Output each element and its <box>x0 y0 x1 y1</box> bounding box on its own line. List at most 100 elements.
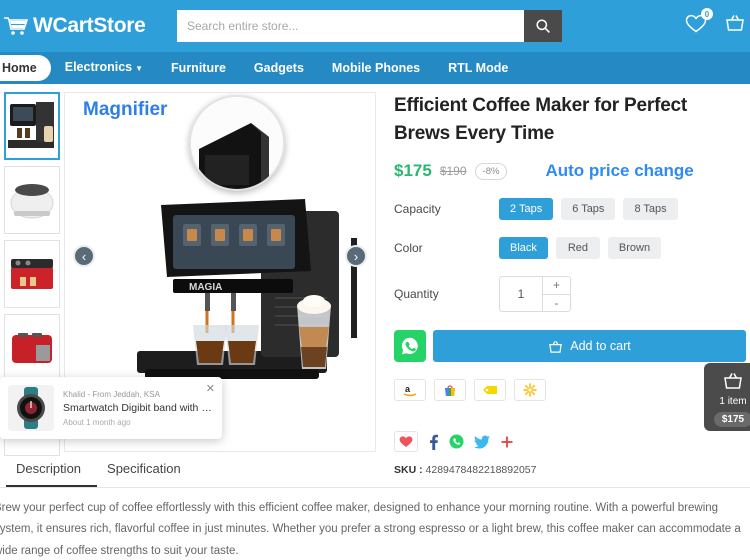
thumbnail-rice-cooker-white[interactable] <box>4 166 60 234</box>
capacity-option-2-taps[interactable]: 2 Taps <box>499 198 554 221</box>
smartwatch-image <box>8 385 54 431</box>
whatsapp-icon <box>401 337 418 355</box>
nav-item-gadgets[interactable]: Gadgets <box>240 52 318 84</box>
amazon-button[interactable]: a <box>394 379 426 402</box>
color-option-brown[interactable]: Brown <box>607 237 662 260</box>
svg-text:MAGIA: MAGIA <box>189 282 222 293</box>
search-bar <box>177 10 562 42</box>
add-to-cart-label: Add to cart <box>570 339 631 354</box>
share-more-button[interactable] <box>500 435 514 449</box>
tab-description[interactable]: Description <box>6 455 98 487</box>
amazon-icon: a <box>403 384 417 397</box>
nav-item-electronics[interactable]: Electronics ▼ <box>51 51 157 85</box>
espresso-machine-image <box>11 259 53 289</box>
gallery-next-button[interactable]: › <box>345 245 367 267</box>
logo-text: WCartStore <box>33 14 146 37</box>
floating-cart-count: 1 item <box>719 396 747 407</box>
quantity-value[interactable]: 1 <box>500 277 542 311</box>
wishlist-button[interactable]: 0 <box>684 8 713 36</box>
rice-cooker-image <box>10 184 54 219</box>
basket-icon <box>726 15 744 31</box>
gallery-prev-button[interactable]: ‹ <box>73 245 95 267</box>
product-tabs: Description Specification <box>0 455 750 488</box>
description-text: Brew your perfect cup of coffee effortle… <box>0 502 741 557</box>
floating-cart-widget[interactable]: 1 item $175 <box>704 363 750 431</box>
walmart-icon <box>523 383 537 397</box>
site-logo[interactable]: WCartStore <box>0 14 146 38</box>
color-option-black[interactable]: Black <box>499 237 548 260</box>
share-whatsapp-button[interactable] <box>449 434 464 449</box>
search-icon <box>536 19 550 33</box>
chevron-left-icon: ‹ <box>81 248 87 264</box>
product-title: Efficient Coffee Maker for Perfect Brews… <box>394 95 688 144</box>
thumbnail-espresso-machine-red[interactable] <box>4 240 60 308</box>
header-icon-group: 0 <box>684 8 750 36</box>
product-details: Efficient Coffee Maker for Perfect Brews… <box>376 92 750 476</box>
current-price: $175 <box>394 161 432 181</box>
share-row <box>394 431 746 453</box>
thumbnail-coffee-machine-black[interactable] <box>4 92 60 160</box>
capacity-option-8-taps[interactable]: 8 Taps <box>623 198 678 221</box>
ebay-button[interactable] <box>474 379 506 402</box>
nav-item-rtl-mode[interactable]: RTL Mode <box>434 52 522 84</box>
google-shopping-icon <box>445 385 455 397</box>
floating-cart-total: $175 <box>713 412 750 427</box>
svg-text:a: a <box>405 384 411 394</box>
notification-meta: Khalid - From Jeddah, KSA <box>63 389 160 399</box>
twitter-icon <box>474 435 490 449</box>
toaster-image <box>12 333 52 363</box>
wishlist-count-badge: 0 <box>701 8 713 20</box>
share-twitter-button[interactable] <box>474 435 490 449</box>
magnifier-label: Magnifier <box>83 99 168 120</box>
option-row-quantity: Quantity 1 + - <box>394 276 746 313</box>
magnifier-lens-content <box>191 97 283 189</box>
nav-item-furniture[interactable]: Furniture <box>157 52 240 84</box>
option-values-color: Black Red Brown <box>499 237 662 260</box>
notification-thumbnail <box>8 385 54 431</box>
search-button[interactable] <box>524 10 562 42</box>
chevron-right-icon: › <box>353 248 359 264</box>
quantity-decrement-button[interactable]: - <box>543 294 570 312</box>
main-nav: Home Electronics ▼ Furniture Gadgets Mobi… <box>0 52 750 84</box>
facebook-icon <box>430 434 438 450</box>
add-to-wishlist-button[interactable] <box>394 431 418 453</box>
capacity-option-6-taps[interactable]: 6 Taps <box>561 198 616 221</box>
nav-label: Gadgets <box>253 61 304 75</box>
whatsapp-contact-button[interactable] <box>394 330 426 363</box>
discount-badge: -8% <box>474 162 508 180</box>
close-icon: ✕ <box>205 383 215 395</box>
nav-item-mobile-phones[interactable]: Mobile Phones <box>318 52 434 84</box>
shopping-cart-icon <box>4 17 28 35</box>
color-option-red[interactable]: Red <box>555 237 600 260</box>
google-shopping-button[interactable] <box>434 379 466 402</box>
magnifier-lens <box>189 95 285 191</box>
coffee-machine-image <box>8 102 54 148</box>
notification-time: About 1 month ago <box>63 417 131 427</box>
quantity-increment-button[interactable]: + <box>543 277 570 295</box>
cart-action-row: Add to cart <box>394 330 746 363</box>
search-input[interactable] <box>177 10 524 42</box>
notification-title[interactable]: Smartwatch Digibit band with accur... <box>63 402 214 414</box>
nav-label: Electronics <box>64 60 133 74</box>
product-page: WCartStore 0 <box>0 0 750 560</box>
walmart-button[interactable] <box>514 379 546 402</box>
nav-item-home[interactable]: Home <box>0 55 51 81</box>
option-row-color: Color Black Red Brown <box>394 237 746 260</box>
chevron-down-icon: ▼ <box>135 64 144 73</box>
site-header: WCartStore 0 <box>0 0 750 52</box>
option-label-quantity: Quantity <box>394 287 439 302</box>
old-price: $190 <box>439 164 467 179</box>
tab-specification[interactable]: Specification <box>97 455 197 487</box>
nav-label: Home <box>2 61 37 75</box>
price-row: $175 $190 -8% Auto price change <box>394 161 746 181</box>
basket-icon <box>724 373 742 389</box>
cart-button[interactable] <box>724 12 748 36</box>
share-facebook-button[interactable] <box>428 434 439 450</box>
add-to-cart-button[interactable]: Add to cart <box>433 330 746 363</box>
nav-label: Mobile Phones <box>331 61 421 75</box>
auto-price-change-label: Auto price change <box>545 161 694 181</box>
notification-close-button[interactable]: ✕ <box>206 382 215 395</box>
quantity-stepper: 1 + - <box>499 276 571 313</box>
thumbnail-toaster-red[interactable] <box>4 314 60 382</box>
heart-icon <box>399 436 413 448</box>
